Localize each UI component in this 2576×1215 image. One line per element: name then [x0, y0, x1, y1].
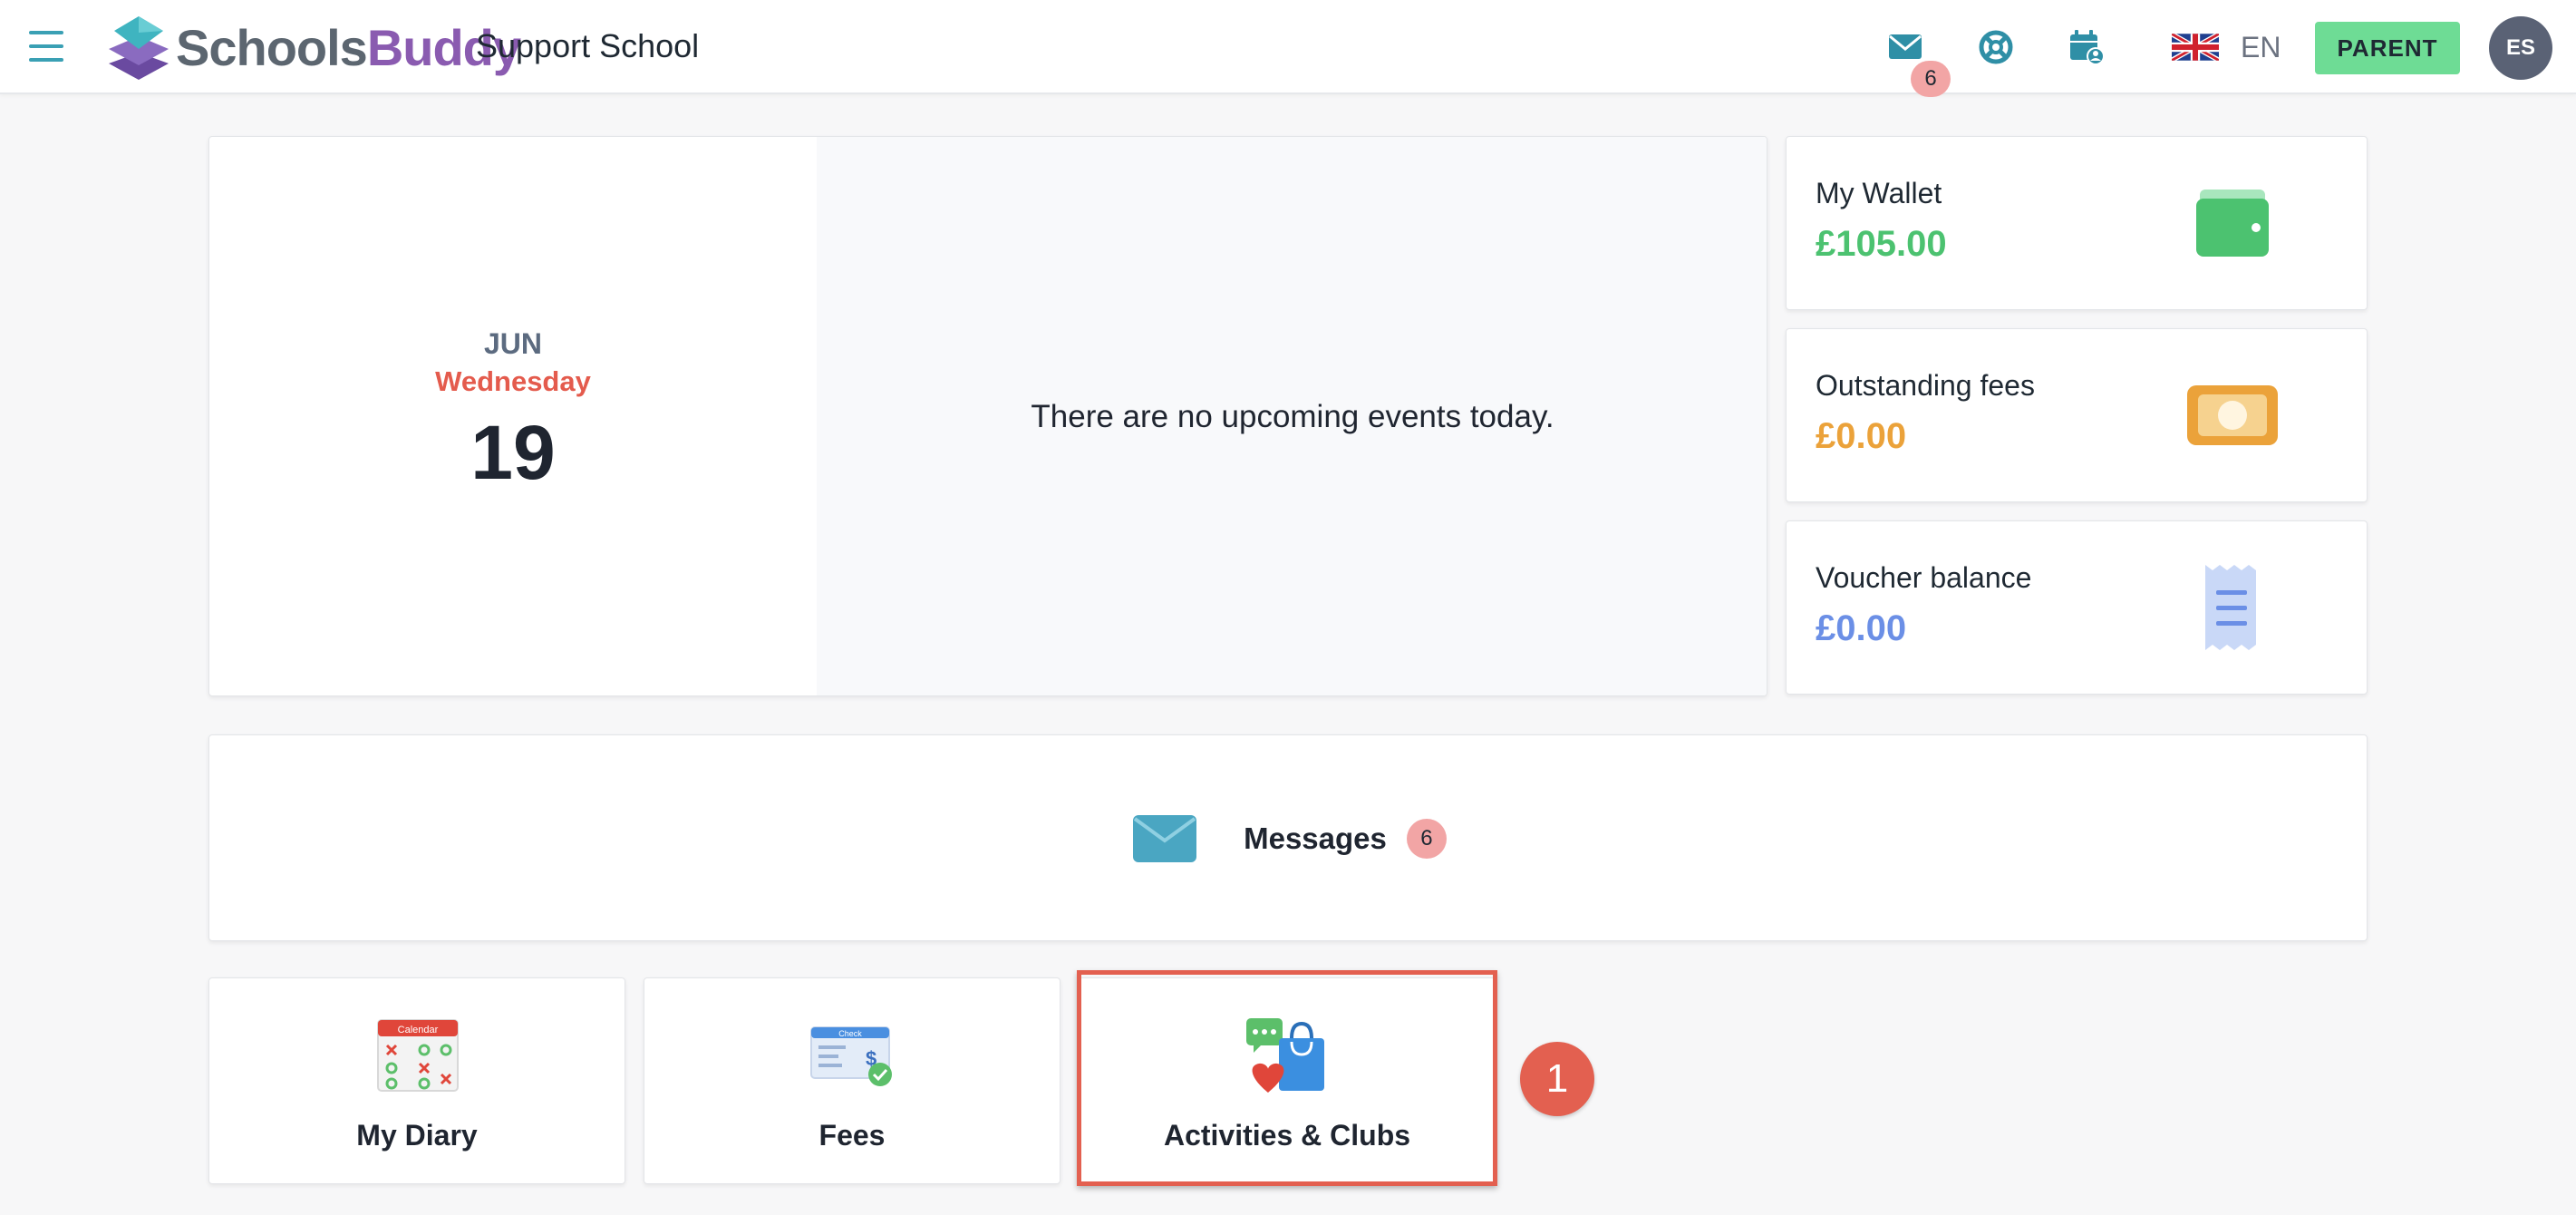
language-code: EN — [2241, 30, 2281, 63]
schoolsbuddy-logo[interactable]: SchoolsBuddy — [107, 13, 521, 82]
fees-label: Fees — [818, 1119, 886, 1152]
parent-role-button[interactable]: PARENT — [2315, 22, 2460, 74]
voucher-value: £0.00 — [1816, 608, 1907, 648]
calendar-icon-text: Calendar — [398, 1025, 439, 1035]
date-weekday: Wednesday — [435, 365, 591, 397]
fees-tile[interactable]: Check $ Fees — [644, 977, 1060, 1184]
receipt-icon — [2205, 565, 2256, 650]
top-header: SchoolsBuddy Support School 6 EN PARENT … — [0, 0, 2576, 97]
wallet-card[interactable]: My Wallet £105.00 — [1786, 136, 2368, 310]
outstanding-fees-card[interactable]: Outstanding fees £0.00 — [1786, 328, 2368, 502]
banknote-icon — [2187, 385, 2278, 445]
hamburger-menu-icon[interactable] — [29, 31, 63, 62]
uk-flag-icon — [2172, 34, 2219, 61]
mail-count-badge: 6 — [1911, 61, 1951, 97]
messages-count-badge: 6 — [1406, 819, 1447, 859]
messages-label: Messages — [1244, 821, 1387, 855]
mail-icon[interactable] — [1885, 27, 1925, 67]
wallet-icon — [2196, 190, 2269, 257]
cheque-icon-text: Check — [838, 1029, 862, 1038]
no-events-message: There are no upcoming events today. — [1031, 399, 1554, 434]
fees-label: Outstanding fees — [1816, 369, 2035, 402]
fees-value: £0.00 — [1816, 416, 1907, 456]
my-diary-label: My Diary — [356, 1119, 478, 1152]
my-diary-tile[interactable]: Calendar My Diary — [208, 977, 625, 1184]
wallet-value: £105.00 — [1816, 224, 1947, 264]
lifebuoy-icon[interactable] — [1976, 27, 2016, 67]
wallet-label: My Wallet — [1816, 177, 1942, 209]
school-name: Support School — [476, 27, 700, 64]
step-number-badge: 1 — [1520, 1042, 1594, 1116]
user-avatar[interactable]: ES — [2489, 16, 2552, 80]
calendar-icon: Calendar — [377, 1019, 459, 1092]
envelope-icon — [1133, 815, 1197, 862]
today-events-card: JUN Wednesday 19 There are no upcoming e… — [208, 136, 1767, 696]
logo-layers-icon — [109, 16, 169, 80]
voucher-balance-card[interactable]: Voucher balance £0.00 — [1786, 520, 2368, 695]
date-panel: JUN Wednesday 19 — [209, 137, 817, 695]
date-day-number: 19 — [470, 410, 556, 495]
events-panel: There are no upcoming events today. — [817, 137, 1767, 695]
messages-card[interactable]: Messages 6 — [208, 734, 2368, 941]
logo-text: SchoolsBuddy — [176, 18, 521, 76]
date-month: JUN — [483, 327, 542, 360]
language-selector[interactable]: EN — [2172, 27, 2281, 67]
highlight-frame — [1077, 970, 1497, 1186]
cheque-icon: Check $ — [810, 1026, 892, 1086]
voucher-label: Voucher balance — [1816, 561, 2032, 594]
calendar-user-icon[interactable] — [2067, 27, 2106, 67]
